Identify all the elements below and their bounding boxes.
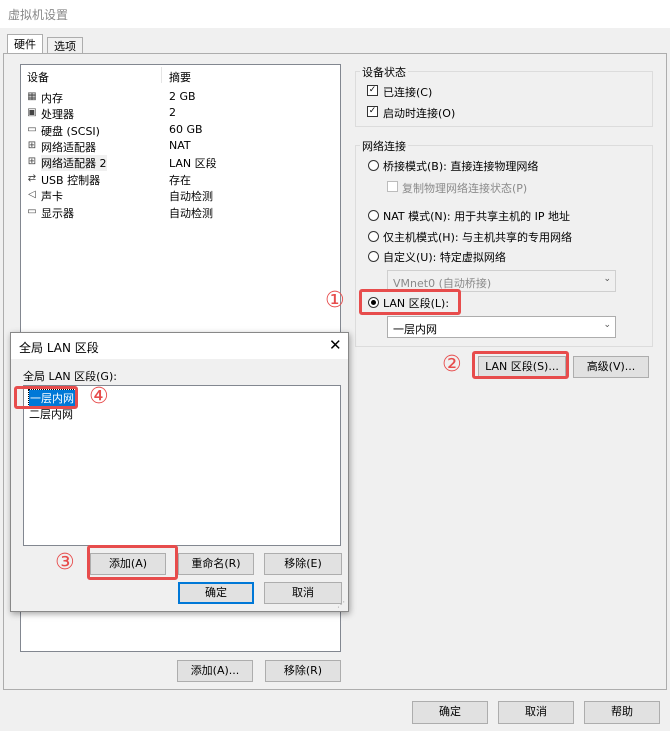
- tab-hardware[interactable]: 硬件: [7, 34, 43, 55]
- network-adapter-icon: ⊞: [27, 140, 37, 151]
- dialog-rename-button[interactable]: 重命名(R): [178, 553, 254, 575]
- device-name: USB 控制器: [41, 174, 101, 187]
- device-row-network-adapter-2[interactable]: ⊞ 网络适配器 2 LAN 区段: [21, 154, 340, 171]
- close-icon[interactable]: ✕: [329, 336, 342, 354]
- device-row-network-adapter[interactable]: ⊞ 网络适配器 NAT: [21, 138, 340, 154]
- device-status-title: 设备状态: [360, 64, 408, 80]
- display-icon: ▭: [27, 206, 37, 217]
- dialog-cancel-button[interactable]: 取消: [264, 582, 342, 604]
- cancel-button[interactable]: 取消: [498, 701, 574, 724]
- connected-label[interactable]: 已连接(C): [383, 84, 432, 100]
- column-divider[interactable]: [161, 67, 162, 83]
- device-name: 显示器: [41, 207, 74, 220]
- device-summary: 2 GB: [169, 90, 196, 103]
- nat-radio[interactable]: [368, 210, 379, 221]
- sound-card-icon: ◁: [28, 189, 36, 200]
- device-summary: 自动检测: [169, 207, 213, 220]
- nat-label[interactable]: NAT 模式(N): 用于共享主机的 IP 地址: [383, 208, 570, 224]
- replicate-state-checkbox[interactable]: [387, 181, 398, 192]
- lan-segment-value: 一层内网: [393, 323, 437, 336]
- device-row-processor[interactable]: ▣ 处理器 2: [21, 105, 340, 121]
- device-summary: 60 GB: [169, 123, 203, 136]
- device-summary: NAT: [169, 139, 191, 152]
- chevron-down-icon: ⌄: [603, 320, 611, 330]
- lan-segment-select[interactable]: 一层内网 ⌄: [387, 316, 616, 338]
- custom-radio[interactable]: [368, 251, 379, 262]
- usb-icon: ⇄: [27, 173, 37, 184]
- device-row-sound-card[interactable]: ◁ 声卡 自动检测: [21, 187, 340, 203]
- annotation-2: ②: [442, 352, 462, 377]
- device-name: 处理器: [41, 108, 74, 121]
- window-title: 虚拟机设置: [8, 8, 69, 22]
- annotation-1: ①: [325, 288, 345, 313]
- highlight-box-3: [87, 545, 178, 580]
- hard-disk-icon: ▭: [27, 124, 37, 135]
- dialog-title-bar: 全局 LAN 区段 ✕: [11, 333, 348, 359]
- device-name: 硬盘 (SCSI): [41, 125, 100, 138]
- processor-icon: ▣: [27, 107, 37, 118]
- bridged-label[interactable]: 桥接模式(B): 直接连接物理网络: [383, 158, 538, 174]
- annotation-3: ③: [55, 550, 75, 575]
- global-lan-segments-dialog: 全局 LAN 区段 ✕ 全局 LAN 区段(G): 一层内网 二层内网 ④ 添加…: [10, 332, 349, 612]
- network-connection-title: 网络连接: [360, 138, 408, 154]
- device-row-display[interactable]: ▭ 显示器 自动检测: [21, 204, 340, 220]
- device-list-header: 设备 摘要: [21, 65, 340, 85]
- highlight-box-2: [472, 351, 569, 379]
- device-name: 网络适配器: [41, 141, 96, 154]
- connected-checkbox[interactable]: ✓: [367, 85, 378, 96]
- network-adapter-icon: ⊞: [27, 156, 37, 167]
- device-summary: 2: [169, 106, 176, 119]
- connect-at-power-on-label[interactable]: 启动时连接(O): [383, 105, 455, 121]
- ok-button[interactable]: 确定: [412, 701, 488, 724]
- window-title-bar: 虚拟机设置: [0, 0, 670, 28]
- device-row-hard-disk[interactable]: ▭ 硬盘 (SCSI) 60 GB: [21, 122, 340, 138]
- help-button[interactable]: 帮助: [584, 701, 660, 724]
- dialog-ok-button[interactable]: 确定: [178, 582, 254, 604]
- device-name: 网络适配器 2: [41, 155, 107, 171]
- column-device[interactable]: 设备: [27, 69, 49, 85]
- highlight-box-1: [359, 289, 461, 315]
- device-name: 声卡: [41, 190, 63, 203]
- device-row-usb[interactable]: ⇄ USB 控制器 存在: [21, 171, 340, 187]
- dialog-remove-button[interactable]: 移除(E): [264, 553, 342, 575]
- annotation-4: ④: [89, 384, 109, 409]
- dialog-title: 全局 LAN 区段: [19, 341, 99, 355]
- highlight-box-4: [14, 386, 78, 409]
- memory-icon: ▦: [27, 91, 37, 102]
- lan-segments-list-label: 全局 LAN 区段(G):: [23, 370, 117, 383]
- column-summary[interactable]: 摘要: [169, 69, 191, 85]
- chevron-down-icon: ⌄: [603, 274, 611, 284]
- connect-at-power-on-checkbox[interactable]: ✓: [367, 106, 378, 117]
- add-device-button[interactable]: 添加(A)...: [177, 660, 253, 682]
- custom-label[interactable]: 自定义(U): 特定虚拟网络: [383, 249, 506, 265]
- device-summary: 存在: [169, 174, 191, 187]
- device-name: 内存: [41, 92, 63, 105]
- bridged-radio[interactable]: [368, 160, 379, 171]
- host-only-label[interactable]: 仅主机模式(H): 与主机共享的专用网络: [383, 229, 572, 245]
- resize-grip-icon[interactable]: ⋰: [337, 600, 345, 609]
- replicate-state-label[interactable]: 复制物理网络连接状态(P): [402, 180, 527, 196]
- remove-device-button[interactable]: 移除(R): [265, 660, 341, 682]
- advanced-button[interactable]: 高级(V)...: [573, 356, 649, 378]
- host-only-radio[interactable]: [368, 231, 379, 242]
- device-summary: 自动检测: [169, 190, 213, 203]
- lan-segments-listbox[interactable]: 一层内网 二层内网: [23, 385, 341, 546]
- device-summary: LAN 区段: [169, 157, 217, 170]
- device-row-memory[interactable]: ▦ 内存 2 GB: [21, 89, 340, 105]
